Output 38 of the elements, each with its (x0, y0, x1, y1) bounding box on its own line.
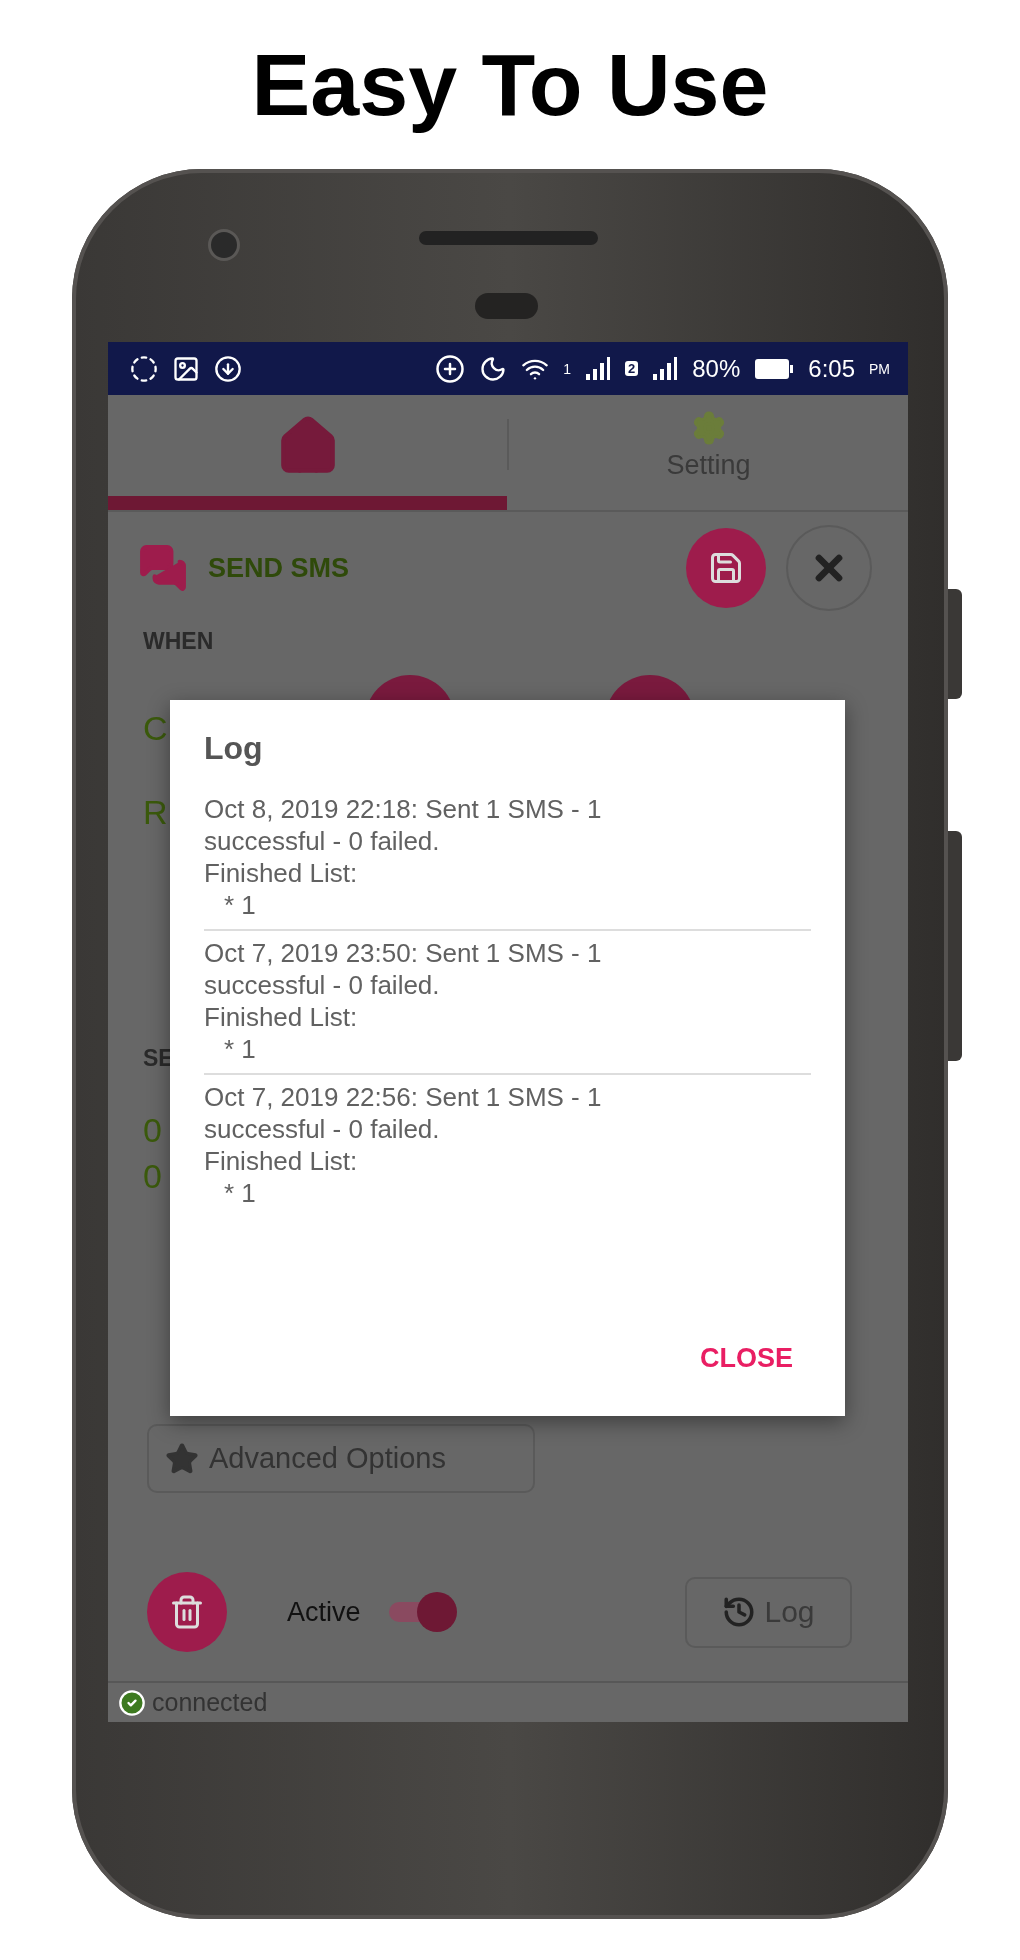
when-option: R (143, 792, 168, 832)
log-summary: Oct 8, 2019 22:18: Sent 1 SMS - 1 successful - 0 failed. (204, 793, 603, 857)
moon-icon (479, 354, 508, 383)
close-button[interactable]: CLOSE (692, 1339, 801, 1378)
when-option: C (143, 709, 168, 748)
list-item: * 1 (223, 889, 257, 921)
sim-badge: 2 (625, 361, 639, 376)
sim-label: 1 (563, 360, 571, 377)
close-button[interactable] (786, 525, 872, 611)
trash-icon (169, 1594, 205, 1630)
active-label: Active (287, 1596, 361, 1628)
save-icon (708, 550, 744, 586)
section-label: WHEN (143, 626, 214, 656)
signal-icon (585, 355, 611, 382)
list-label: Finished List: (204, 857, 359, 889)
dialog-title: Log (204, 730, 264, 767)
image-icon (172, 354, 200, 383)
sensor (475, 293, 538, 319)
log-summary: Oct 7, 2019 23:50: Sent 1 SMS - 1 successful - 0 failed. (204, 937, 603, 1001)
battery-icon (754, 356, 795, 381)
chat-bubbles-icon (138, 543, 188, 593)
signal-icon (652, 355, 679, 382)
battery-percent: 80% (692, 354, 741, 383)
headline: Easy To Use (251, 33, 769, 136)
list-label: Finished List: (204, 1001, 359, 1033)
send-value: 0 (143, 1156, 162, 1196)
list-item: * 1 (223, 1177, 257, 1209)
send-value: 0 (143, 1110, 162, 1150)
plus-circle-icon (435, 353, 466, 384)
download-icon (214, 354, 242, 383)
star-icon (165, 1441, 199, 1476)
action-title: SEND SMS (208, 552, 351, 584)
camera-lens (208, 229, 240, 261)
list-item: * 1 (223, 1033, 257, 1065)
clock: 6:05 (808, 354, 855, 383)
meridiem: PM (869, 360, 890, 377)
list-label: Finished List: (204, 1145, 359, 1177)
log-summary: Oct 7, 2019 22:56: Sent 1 SMS - 1 successful - 0 failed. (204, 1081, 603, 1145)
